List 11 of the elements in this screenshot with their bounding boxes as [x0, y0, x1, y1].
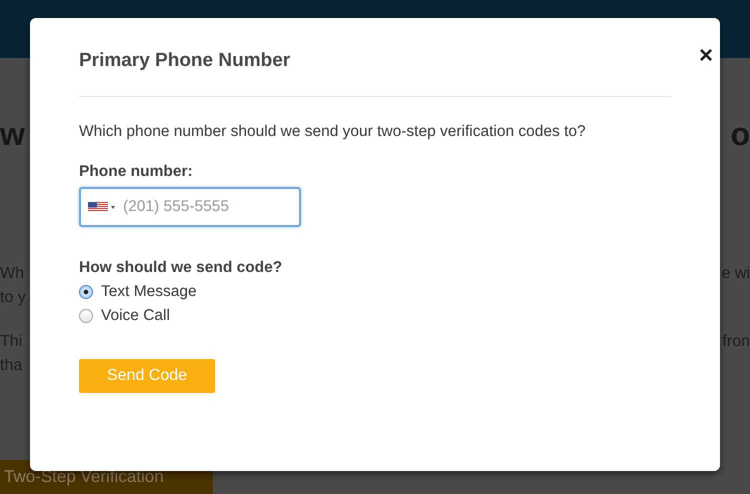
phone-input-field[interactable]: (201) 555-5555 — [79, 187, 301, 227]
question-text: Which phone number should we send your two-step verification codes to? — [79, 123, 587, 141]
dialog-title: Primary Phone Number — [79, 50, 290, 72]
radio-option[interactable]: Text Message — [79, 283, 671, 301]
field-label: How should we send code? — [79, 259, 284, 277]
field-label: Phone number: — [79, 163, 194, 181]
close-button[interactable]: × — [698, 44, 713, 68]
radio-icon[interactable] — [79, 285, 93, 299]
flag-icon — [88, 202, 115, 212]
radio-option[interactable]: Voice Call — [79, 307, 671, 325]
radio-icon[interactable] — [79, 309, 93, 323]
